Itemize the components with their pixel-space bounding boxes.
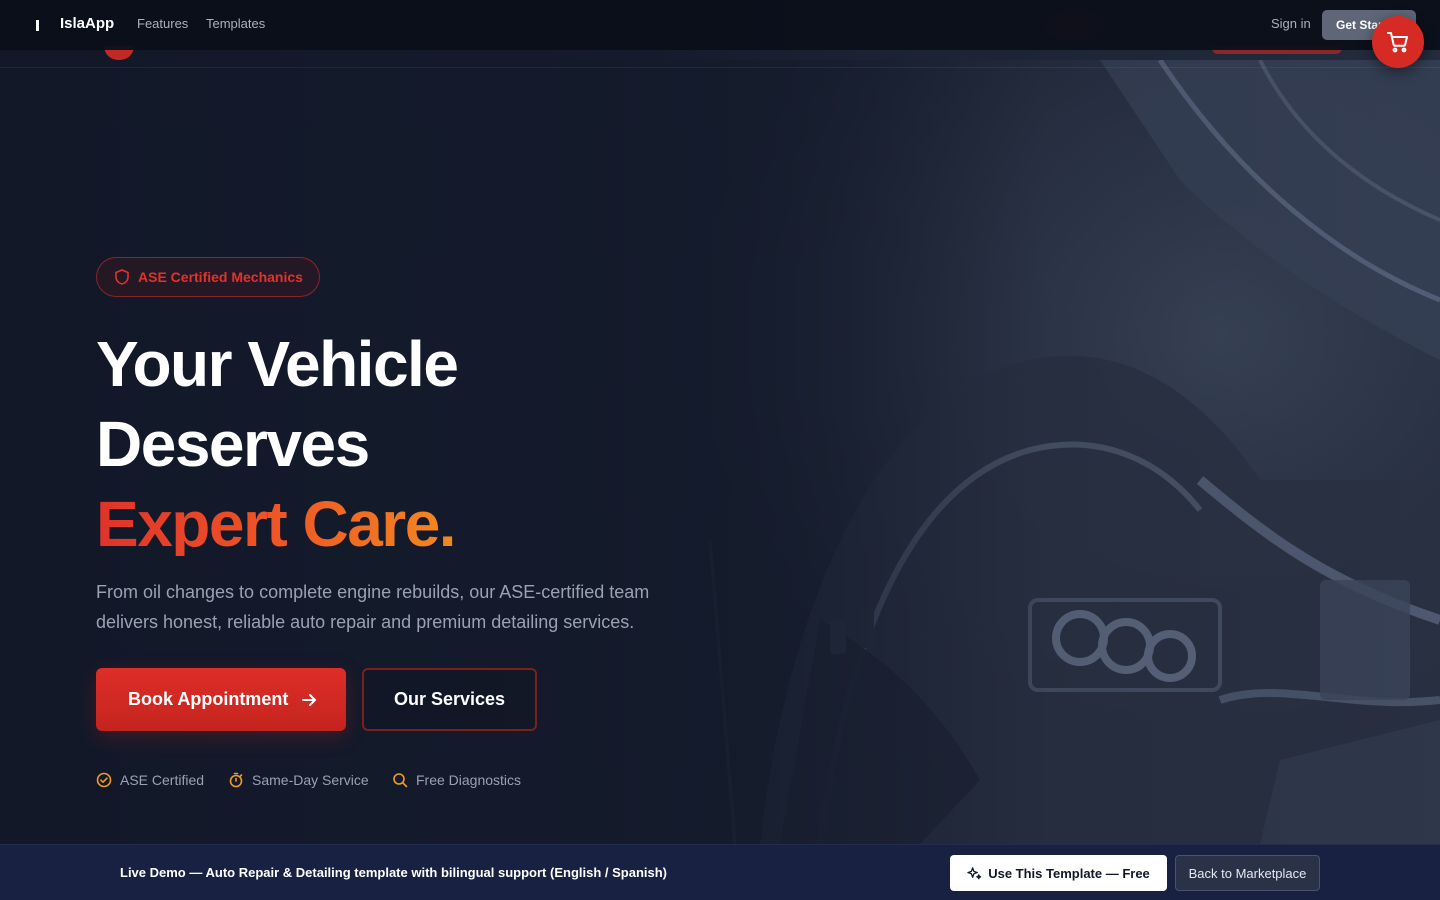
nav-link-features[interactable]: Features bbox=[137, 16, 188, 31]
back-to-marketplace-button[interactable]: Back to Marketplace bbox=[1175, 855, 1320, 891]
feature-label: ASE Certified bbox=[120, 772, 205, 788]
badge-label: ASE Certified Mechanics bbox=[138, 269, 303, 285]
cart-icon bbox=[1387, 32, 1408, 53]
sign-in-link[interactable]: Sign in bbox=[1271, 16, 1311, 31]
hero-description-line-1: From oil changes to complete engine rebu… bbox=[96, 582, 650, 602]
sparkles-icon bbox=[967, 866, 982, 879]
shield-icon bbox=[115, 269, 129, 285]
top-navbar: IslaApp Features Templates Sign in Get S… bbox=[0, 0, 1440, 50]
cart-button[interactable] bbox=[1372, 16, 1424, 68]
check-circle-icon bbox=[96, 772, 112, 788]
arrow-right-icon bbox=[300, 691, 318, 709]
feature-label: Same-Day Service bbox=[252, 772, 369, 788]
use-template-label: Use This Template — Free bbox=[988, 865, 1150, 881]
hero-description: From oil changes to complete engine rebu… bbox=[96, 577, 676, 637]
use-template-button[interactable]: Use This Template — Free bbox=[950, 855, 1167, 891]
book-appointment-button[interactable]: Book Appointment bbox=[96, 668, 346, 731]
nav-link-templates[interactable]: Templates bbox=[206, 16, 265, 31]
our-services-button[interactable]: Our Services bbox=[362, 668, 537, 731]
certification-badge: ASE Certified Mechanics bbox=[96, 257, 320, 297]
hero-title-accent: Expert Care. bbox=[96, 488, 457, 560]
stopwatch-icon bbox=[229, 772, 243, 788]
hero-title-line-1: Your Vehicle bbox=[96, 328, 459, 400]
demo-banner-text: Live Demo — Auto Repair & Detailing temp… bbox=[120, 865, 668, 880]
book-appointment-label: Book Appointment bbox=[128, 689, 289, 709]
demo-banner: Live Demo — Auto Repair & Detailing temp… bbox=[0, 844, 1440, 900]
brand-name[interactable]: IslaApp bbox=[60, 15, 114, 32]
brand-logo-icon[interactable] bbox=[36, 20, 39, 31]
feature-ase-certified: ASE Certified bbox=[96, 772, 204, 788]
hero-background-image bbox=[560, 60, 1440, 844]
hero-title-line-2: Deserves bbox=[96, 408, 370, 480]
feature-free-diagnostics: Free Diagnostics bbox=[392, 772, 521, 788]
search-icon bbox=[393, 773, 408, 788]
feature-label: Free Diagnostics bbox=[416, 772, 522, 788]
page: IslaApp Features Templates Sign in Get S… bbox=[0, 0, 1440, 900]
hero-description-line-2: delivers honest, reliable auto repair an… bbox=[96, 612, 635, 632]
feature-same-day: Same-Day Service bbox=[228, 772, 369, 788]
